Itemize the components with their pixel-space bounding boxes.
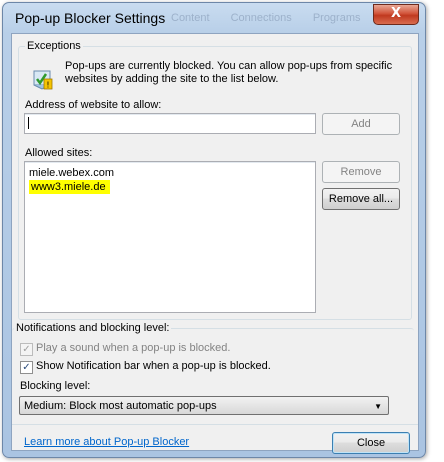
blocking-level-select[interactable]: Medium: Block most automatic pop-ups ▼ [19,396,389,415]
window-title: Pop-up Blocker Settings [15,10,166,26]
dialog-body: Exceptions ! Pop-ups are currently block… [11,33,419,454]
background-tab: Programs [312,12,361,24]
notifications-group: Notifications and blocking level: ✓ Play… [12,322,414,419]
blocking-level-label: Blocking level: [20,380,91,392]
allowed-sites-label: Allowed sites: [25,147,93,159]
list-item[interactable]: miele.webex.com [29,167,114,179]
background-tabs: Content Connections Programs [171,12,379,24]
allowed-site: miele.webex.com [29,167,114,179]
close-button[interactable]: Close [332,432,410,454]
background-tab: Content [171,12,210,24]
popup-blocker-settings-dialog: Pop-up Blocker Settings Content Connecti… [2,2,426,458]
chevron-down-icon: ▼ [374,402,382,411]
address-label: Address of website to allow: [25,99,162,111]
allowed-site: www3.miele.de [29,180,110,194]
exceptions-legend: Exceptions [25,40,83,52]
notifications-legend: Notifications and blocking level: [14,322,172,334]
play-sound-label: Play a sound when a pop-up is blocked. [36,342,231,354]
exceptions-group: Exceptions ! Pop-ups are currently block… [18,40,412,320]
list-item[interactable]: www3.miele.de [29,180,110,194]
show-notification-bar-label: Show Notification bar when a pop-up is b… [36,360,271,372]
svg-text:!: ! [46,81,49,90]
remove-button[interactable]: Remove [322,161,400,183]
background-tab: Connections [230,12,292,24]
allowed-sites-list[interactable]: miele.webex.com www3.miele.de [24,161,316,313]
learn-more-link[interactable]: Learn more about Pop-up Blocker [24,436,189,448]
blocking-level-value: Medium: Block most automatic pop-ups [24,400,217,412]
text-cursor [28,117,29,129]
play-sound-checkbox[interactable]: ✓ [20,343,33,356]
show-notification-bar-checkbox[interactable]: ✓ [20,361,33,374]
window-close-button[interactable]: X [373,4,419,25]
remove-all-button[interactable]: Remove all... [322,188,400,210]
footer-divider [12,424,418,425]
address-input[interactable] [24,113,316,134]
close-icon: X [390,6,402,21]
add-button[interactable]: Add [322,113,400,135]
exceptions-info-text: Pop-ups are currently blocked. You can a… [65,60,393,85]
shield-warning-icon: ! [33,70,53,90]
